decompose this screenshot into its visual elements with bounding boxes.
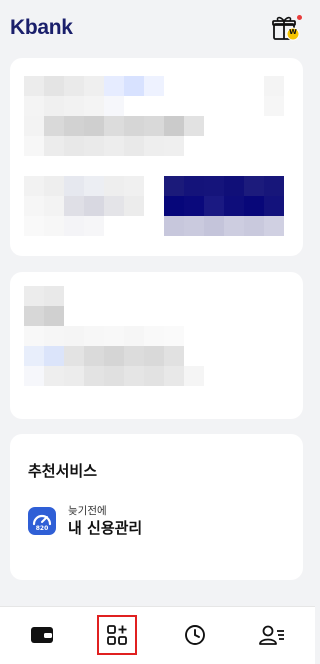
credit-management-item[interactable]: 820 늦기전에 내 신용관리 — [28, 504, 142, 538]
user-menu-icon — [259, 625, 284, 645]
nav-history[interactable] — [175, 615, 215, 655]
credit-item-title: 내 신용관리 — [68, 519, 143, 537]
account-card[interactable] — [10, 58, 303, 256]
clock-icon — [185, 625, 205, 645]
bottom-nav — [0, 606, 315, 664]
kbank-logo: Kbank — [10, 16, 73, 39]
app-header: Kbank W — [0, 0, 315, 56]
obscured-card[interactable] — [10, 272, 303, 419]
services-grid-icon — [107, 625, 127, 645]
nav-services[interactable] — [97, 615, 137, 655]
nav-wallet[interactable] — [22, 615, 62, 655]
gift-icon[interactable]: W — [271, 13, 302, 43]
gift-badge-dot — [297, 15, 302, 20]
recommend-card: 추천서비스 820 늦기전에 내 신용관리 — [10, 434, 303, 580]
nav-my-menu[interactable] — [252, 615, 292, 655]
credit-gauge-icon: 820 — [28, 507, 56, 535]
gift-badge-text: W — [289, 28, 297, 36]
wallet-icon — [31, 627, 53, 643]
credit-item-subtitle: 늦기전에 — [68, 505, 107, 517]
credit-gauge-value: 820 — [35, 525, 49, 532]
recommend-title: 추천서비스 — [28, 462, 98, 480]
